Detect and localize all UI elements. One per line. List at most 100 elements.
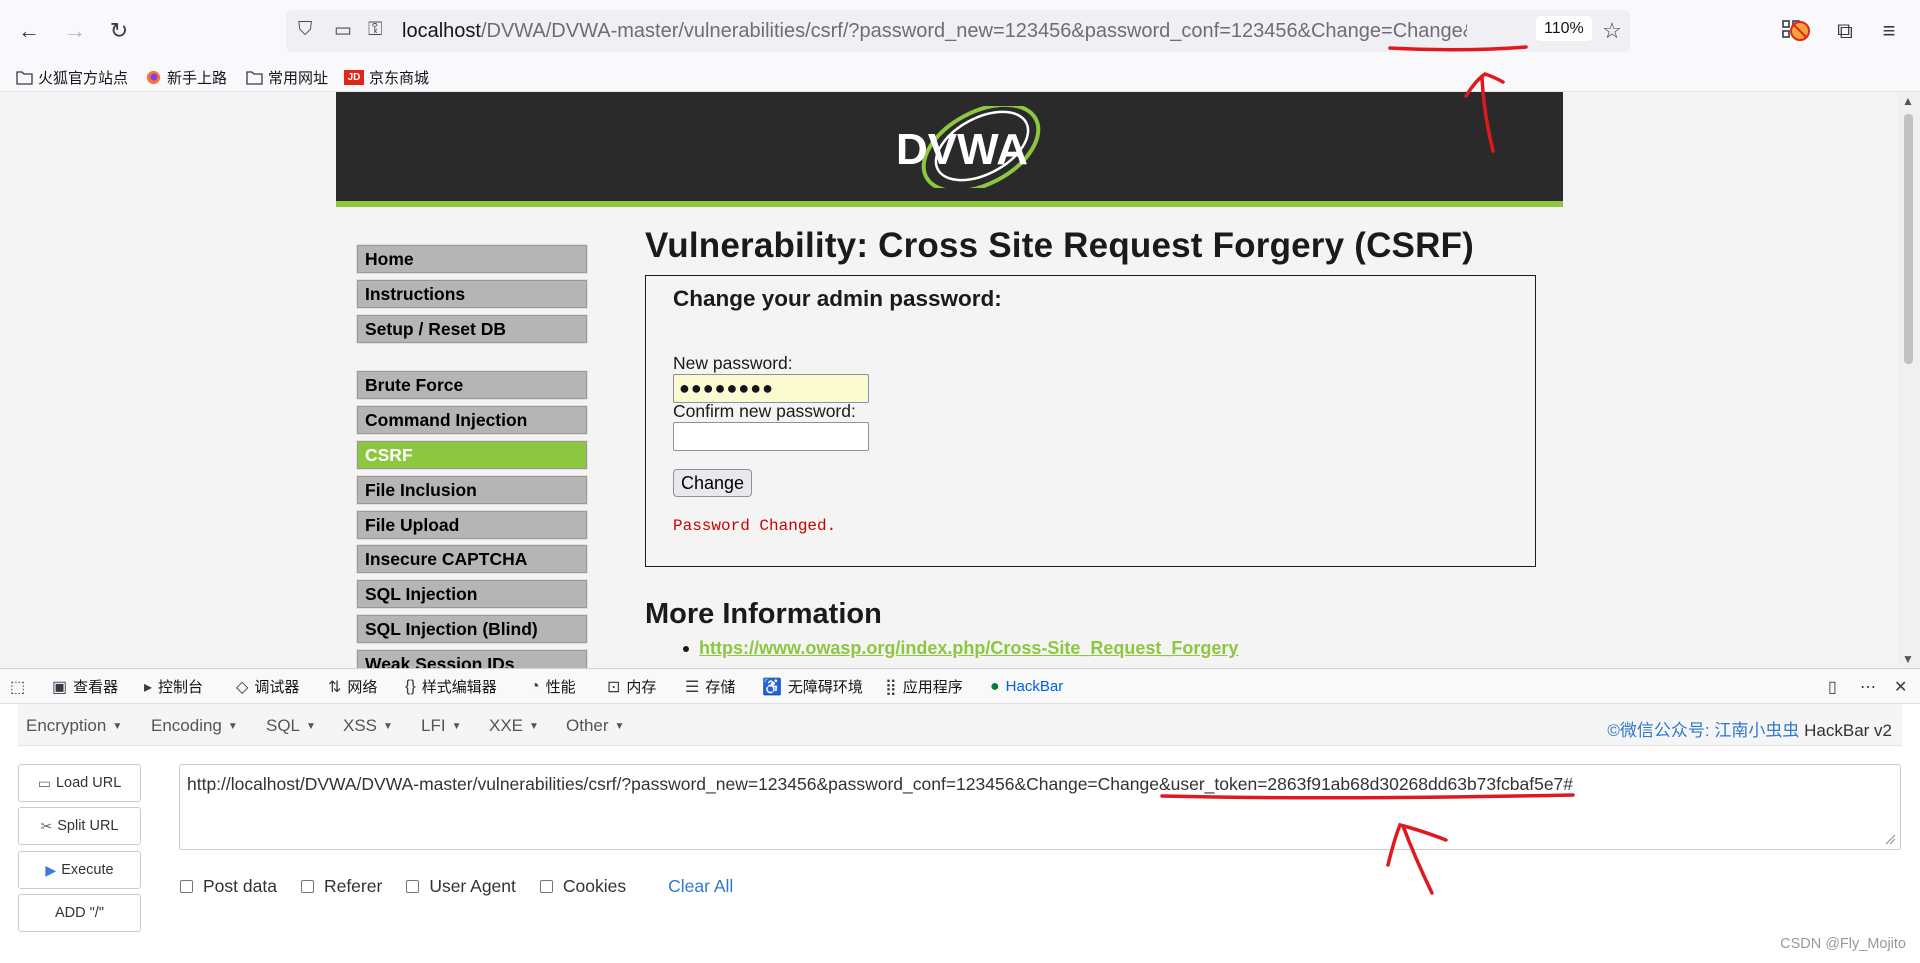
debugger-icon: ◇ bbox=[236, 678, 249, 696]
scroll-down-icon[interactable]: ▼ bbox=[1902, 652, 1914, 666]
menu-item-instructions[interactable]: Instructions bbox=[356, 278, 588, 309]
checkbox-box[interactable] bbox=[539, 879, 553, 893]
page-info-icon[interactable]: ▭ bbox=[334, 19, 352, 42]
bookmark-folder[interactable]: 火狐官方站点 bbox=[16, 65, 128, 89]
more-info-heading: More Information bbox=[645, 598, 882, 630]
new-password-field[interactable]: ●●●●●●●● bbox=[673, 374, 869, 403]
element-picker-icon[interactable]: ⬚ bbox=[10, 669, 31, 704]
status-message: Password Changed. bbox=[673, 517, 837, 535]
menu-xss[interactable]: XSS ▼ bbox=[343, 716, 393, 736]
owasp-link[interactable]: https://www.owasp.org/index.php/Cross-Si… bbox=[699, 638, 1238, 659]
hackbar-icon: ● bbox=[990, 677, 1000, 695]
cookies-checkbox[interactable]: Cookies bbox=[539, 876, 626, 897]
bookmarks-bar: 火狐官方站点 新手上路 常用网址 JD 京东商城 bbox=[0, 62, 1920, 92]
tab-performance[interactable]: ◔ 性能 bbox=[530, 669, 576, 704]
forward-arrow-icon[interactable]: → bbox=[58, 14, 92, 48]
new-password-label: New password: bbox=[673, 353, 793, 373]
console-icon: ▸ bbox=[144, 678, 153, 696]
tab-network[interactable]: ⇅ 网络 bbox=[328, 669, 377, 704]
tab-accessibility[interactable]: ♿ 无障碍环境 bbox=[762, 669, 863, 704]
caret-down-icon: ▼ bbox=[383, 721, 393, 733]
csdn-watermark: CSDN @Fly_Mojito bbox=[1780, 936, 1906, 952]
web-page: DVWA Home Instructions Setup / Reset DB … bbox=[0, 92, 1920, 668]
add-slash-button[interactable]: ADD "/" bbox=[18, 894, 141, 932]
dock-side-icon[interactable]: ▯ bbox=[1828, 669, 1843, 704]
menu-item-command-injection[interactable]: Command Injection bbox=[356, 405, 588, 436]
hackbar-url-textarea[interactable]: http://localhost/DVWA/DVWA-master/vulner… bbox=[179, 764, 1901, 850]
menu-hamburger-icon[interactable]: ≡ bbox=[1872, 14, 1906, 48]
bookmark-star-icon[interactable]: ☆ bbox=[1595, 14, 1629, 48]
scrollbar-thumb[interactable] bbox=[1904, 114, 1913, 364]
menu-item-home[interactable]: Home bbox=[356, 244, 588, 274]
page-scrollbar[interactable]: ▲ ▼ bbox=[1898, 92, 1920, 668]
checkbox-box[interactable] bbox=[406, 879, 420, 893]
bookmark-link[interactable]: JD 京东商城 bbox=[344, 65, 429, 89]
key-icon[interactable]: ⚿ bbox=[368, 19, 382, 41]
menu-encryption[interactable]: Encryption ▼ bbox=[26, 716, 122, 736]
menu-encoding[interactable]: Encoding ▼ bbox=[151, 716, 238, 736]
user-agent-checkbox[interactable]: User Agent bbox=[406, 876, 516, 897]
execute-button[interactable]: ▶ Execute bbox=[18, 851, 141, 889]
clear-all-link[interactable]: Clear All bbox=[668, 876, 733, 897]
tab-inspector[interactable]: ▣ 查看器 bbox=[52, 669, 118, 704]
menu-other[interactable]: Other ▼ bbox=[566, 716, 624, 736]
extensions-puzzle-icon[interactable]: ⧉ bbox=[1828, 14, 1862, 48]
back-arrow-icon[interactable]: ← bbox=[12, 14, 46, 48]
jd-logo-icon: JD bbox=[344, 69, 364, 85]
tab-console[interactable]: ▸ 控制台 bbox=[144, 669, 203, 704]
tab-application[interactable]: ⣿ 应用程序 bbox=[885, 669, 963, 704]
split-url-button[interactable]: ✂ Split URL bbox=[18, 807, 141, 845]
inspector-icon: ▣ bbox=[52, 678, 68, 696]
tab-storage[interactable]: ☰ 存储 bbox=[685, 669, 735, 704]
menu-xxe[interactable]: XXE ▼ bbox=[489, 716, 539, 736]
shield-icon[interactable]: ⛉ bbox=[298, 19, 312, 41]
close-icon[interactable]: ✕ bbox=[1894, 669, 1913, 704]
more-options-icon[interactable]: ⋯ bbox=[1860, 669, 1882, 704]
post-data-checkbox[interactable]: Post data bbox=[180, 876, 277, 897]
change-button[interactable]: Change bbox=[673, 469, 753, 497]
confirm-password-label: Confirm new password: bbox=[673, 401, 856, 421]
tab-debugger[interactable]: ◇ 调试器 bbox=[236, 669, 299, 704]
menu-item-file-inclusion[interactable]: File Inclusion bbox=[356, 474, 588, 505]
menu-item-sql-injection-blind[interactable]: SQL Injection (Blind) bbox=[356, 613, 588, 644]
caret-down-icon: ▼ bbox=[227, 721, 238, 733]
storage-icon: ☰ bbox=[685, 678, 700, 696]
confirm-password-field[interactable] bbox=[673, 422, 869, 451]
hackbar-options: Post data Referer User Agent Cookies Cle… bbox=[180, 874, 733, 898]
menu-item-setup[interactable]: Setup / Reset DB bbox=[356, 313, 588, 344]
checkbox-box[interactable] bbox=[300, 879, 314, 893]
extension-badge-icon[interactable] bbox=[1783, 14, 1817, 48]
address-bar[interactable]: ⛉ ▭ ⚿ localhost/DVWA/DVWA-master/vulnera… bbox=[286, 10, 1800, 52]
folder-icon bbox=[16, 70, 33, 85]
menu-item-csrf[interactable]: CSRF bbox=[356, 439, 588, 470]
memory-icon: ⊡ bbox=[607, 678, 621, 696]
url-text[interactable]: localhost/DVWA/DVWA-master/vulnerabiliti… bbox=[402, 20, 1467, 43]
menu-sql[interactable]: SQL ▼ bbox=[266, 716, 316, 736]
menu-item-weak-session-ids[interactable]: Weak Session IDs bbox=[356, 648, 588, 668]
menu-item-file-upload[interactable]: File Upload bbox=[356, 509, 588, 540]
network-icon: ⇅ bbox=[328, 678, 342, 696]
menu-item-brute-force[interactable]: Brute Force bbox=[356, 370, 588, 401]
menu-lfi[interactable]: LFI ▼ bbox=[421, 716, 461, 736]
bookmark-folder[interactable]: 常用网址 bbox=[246, 65, 328, 89]
bookmark-link[interactable]: 新手上路 bbox=[145, 65, 227, 89]
referer-checkbox[interactable]: Referer bbox=[300, 876, 382, 897]
load-url-button[interactable]: ▭ Load URL bbox=[18, 764, 141, 802]
tab-hackbar[interactable]: ● HackBar bbox=[990, 669, 1063, 704]
caret-down-icon: ▼ bbox=[306, 721, 316, 733]
menu-item-insecure-captcha[interactable]: Insecure CAPTCHA bbox=[356, 544, 588, 575]
resize-handle-icon[interactable] bbox=[1884, 833, 1896, 845]
scroll-up-icon[interactable]: ▲ bbox=[1902, 94, 1914, 108]
reload-icon[interactable]: ↻ bbox=[102, 14, 136, 48]
caret-down-icon: ▼ bbox=[112, 721, 123, 733]
tab-memory[interactable]: ⊡ 内存 bbox=[607, 669, 656, 704]
hackbar-panel: Encryption ▼ Encoding ▼ SQL ▼ XSS ▼ LFI ▼ XXE… bbox=[0, 704, 1920, 963]
form-heading: Change your admin password: bbox=[673, 286, 1002, 311]
menu-item-sql-injection[interactable]: SQL Injection bbox=[356, 579, 588, 610]
list-bullet bbox=[683, 646, 689, 652]
checkbox-box[interactable] bbox=[180, 879, 193, 893]
folder-icon bbox=[246, 70, 263, 85]
dvwa-header: DVWA bbox=[336, 92, 1563, 207]
zoom-level-badge[interactable]: 110% bbox=[1536, 16, 1592, 41]
tab-style-editor[interactable]: {} 样式编辑器 bbox=[405, 669, 497, 704]
